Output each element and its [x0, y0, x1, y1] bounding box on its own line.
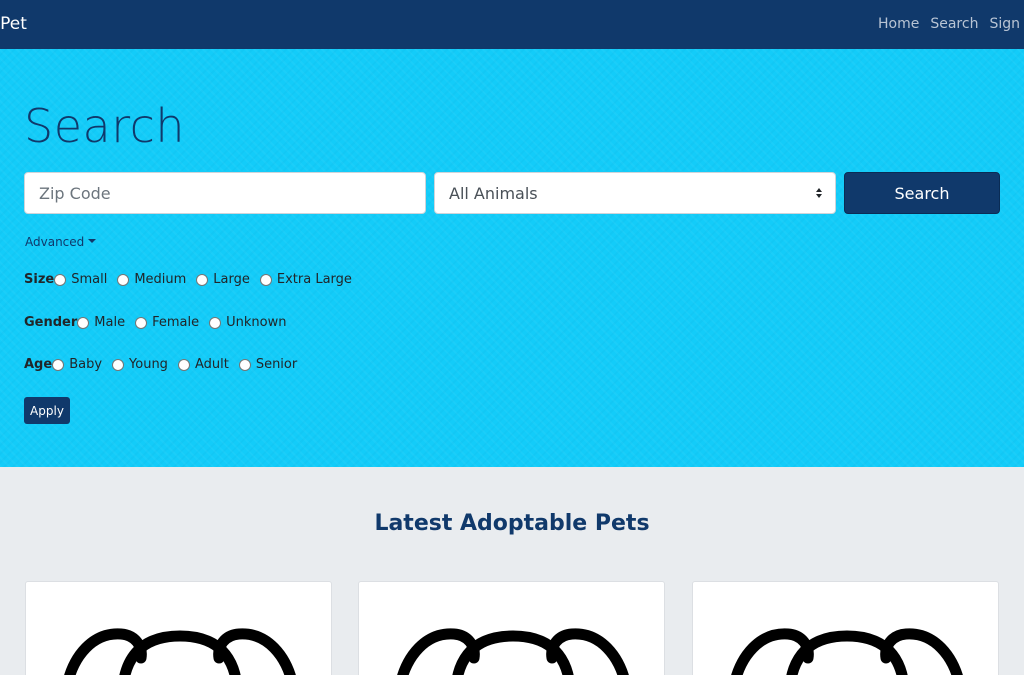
size-option-large[interactable]: Large	[194, 272, 250, 287]
age-filter-label: Age	[24, 357, 53, 372]
gender-male-label: Male	[94, 315, 126, 330]
radio-extra-large[interactable]	[259, 273, 272, 286]
gender-filter: Gender Male Female Unknown	[24, 315, 294, 330]
size-large-label: Large	[213, 272, 250, 287]
animal-select-value: All Animals	[449, 183, 538, 203]
pet-card[interactable]	[25, 581, 332, 675]
age-option-adult[interactable]: Adult	[176, 357, 229, 372]
age-option-young[interactable]: Young	[110, 357, 168, 372]
size-medium-label: Medium	[134, 272, 187, 287]
search-button[interactable]: Search	[844, 172, 1000, 214]
dog-face-outline-icon	[731, 628, 963, 675]
brand-logo-text[interactable]: -Pet	[0, 14, 27, 34]
size-extra-large-label: Extra Large	[276, 272, 352, 287]
radio-female[interactable]	[135, 316, 148, 329]
radio-small[interactable]	[54, 273, 67, 286]
size-option-extra-large[interactable]: Extra Large	[258, 272, 352, 287]
gender-filter-label: Gender	[24, 315, 78, 330]
age-option-senior[interactable]: Senior	[237, 357, 297, 372]
gender-unknown-label: Unknown	[226, 315, 287, 330]
nav-link-search[interactable]: Search	[930, 16, 978, 32]
radio-unknown[interactable]	[209, 316, 222, 329]
size-small-label: Small	[71, 272, 108, 287]
age-senior-label: Senior	[255, 357, 298, 372]
size-filter-label: Size	[24, 272, 55, 287]
age-option-baby[interactable]: Baby	[52, 357, 102, 372]
radio-medium[interactable]	[117, 273, 130, 286]
radio-male[interactable]	[77, 316, 90, 329]
gender-option-unknown[interactable]: Unknown	[207, 315, 286, 330]
up-down-arrows-icon	[816, 188, 822, 198]
age-adult-label: Adult	[194, 357, 229, 372]
size-filter: Size Small Medium Large Extra Large	[24, 272, 360, 287]
size-option-medium[interactable]: Medium	[115, 272, 186, 287]
age-baby-label: Baby	[69, 357, 103, 372]
age-filter: Age Baby Young Adult Senior	[24, 357, 305, 372]
gender-option-female[interactable]: Female	[133, 315, 199, 330]
radio-young[interactable]	[112, 358, 125, 371]
pet-card[interactable]	[692, 581, 999, 675]
top-navbar: -Pet Home Search Sign	[0, 0, 1024, 49]
nav-link-sign[interactable]: Sign	[989, 16, 1020, 32]
pet-card[interactable]	[358, 581, 665, 675]
radio-baby[interactable]	[52, 358, 65, 371]
caret-down-icon	[88, 239, 97, 243]
apply-button[interactable]: Apply	[24, 397, 70, 424]
gender-female-label: Female	[152, 315, 200, 330]
dog-face-outline-icon	[397, 628, 629, 675]
nav-link-home[interactable]: Home	[878, 16, 919, 32]
dog-face-outline-icon	[64, 628, 296, 675]
search-hero: Search All Animals Search Advanced Size …	[0, 49, 1024, 467]
page-title: Search	[24, 99, 186, 153]
advanced-label: Advanced	[25, 235, 85, 249]
latest-pets-heading: Latest Adoptable Pets	[374, 511, 650, 536]
radio-adult[interactable]	[177, 358, 190, 371]
nav-links: Home Search Sign	[878, 16, 1020, 32]
animal-type-select[interactable]: All Animals	[434, 172, 836, 214]
size-option-small[interactable]: Small	[54, 272, 107, 287]
radio-large[interactable]	[196, 273, 209, 286]
gender-option-male[interactable]: Male	[77, 315, 125, 330]
radio-senior[interactable]	[238, 358, 251, 371]
advanced-toggle[interactable]: Advanced	[25, 235, 97, 249]
zip-code-input[interactable]	[24, 172, 426, 214]
age-young-label: Young	[129, 357, 168, 372]
